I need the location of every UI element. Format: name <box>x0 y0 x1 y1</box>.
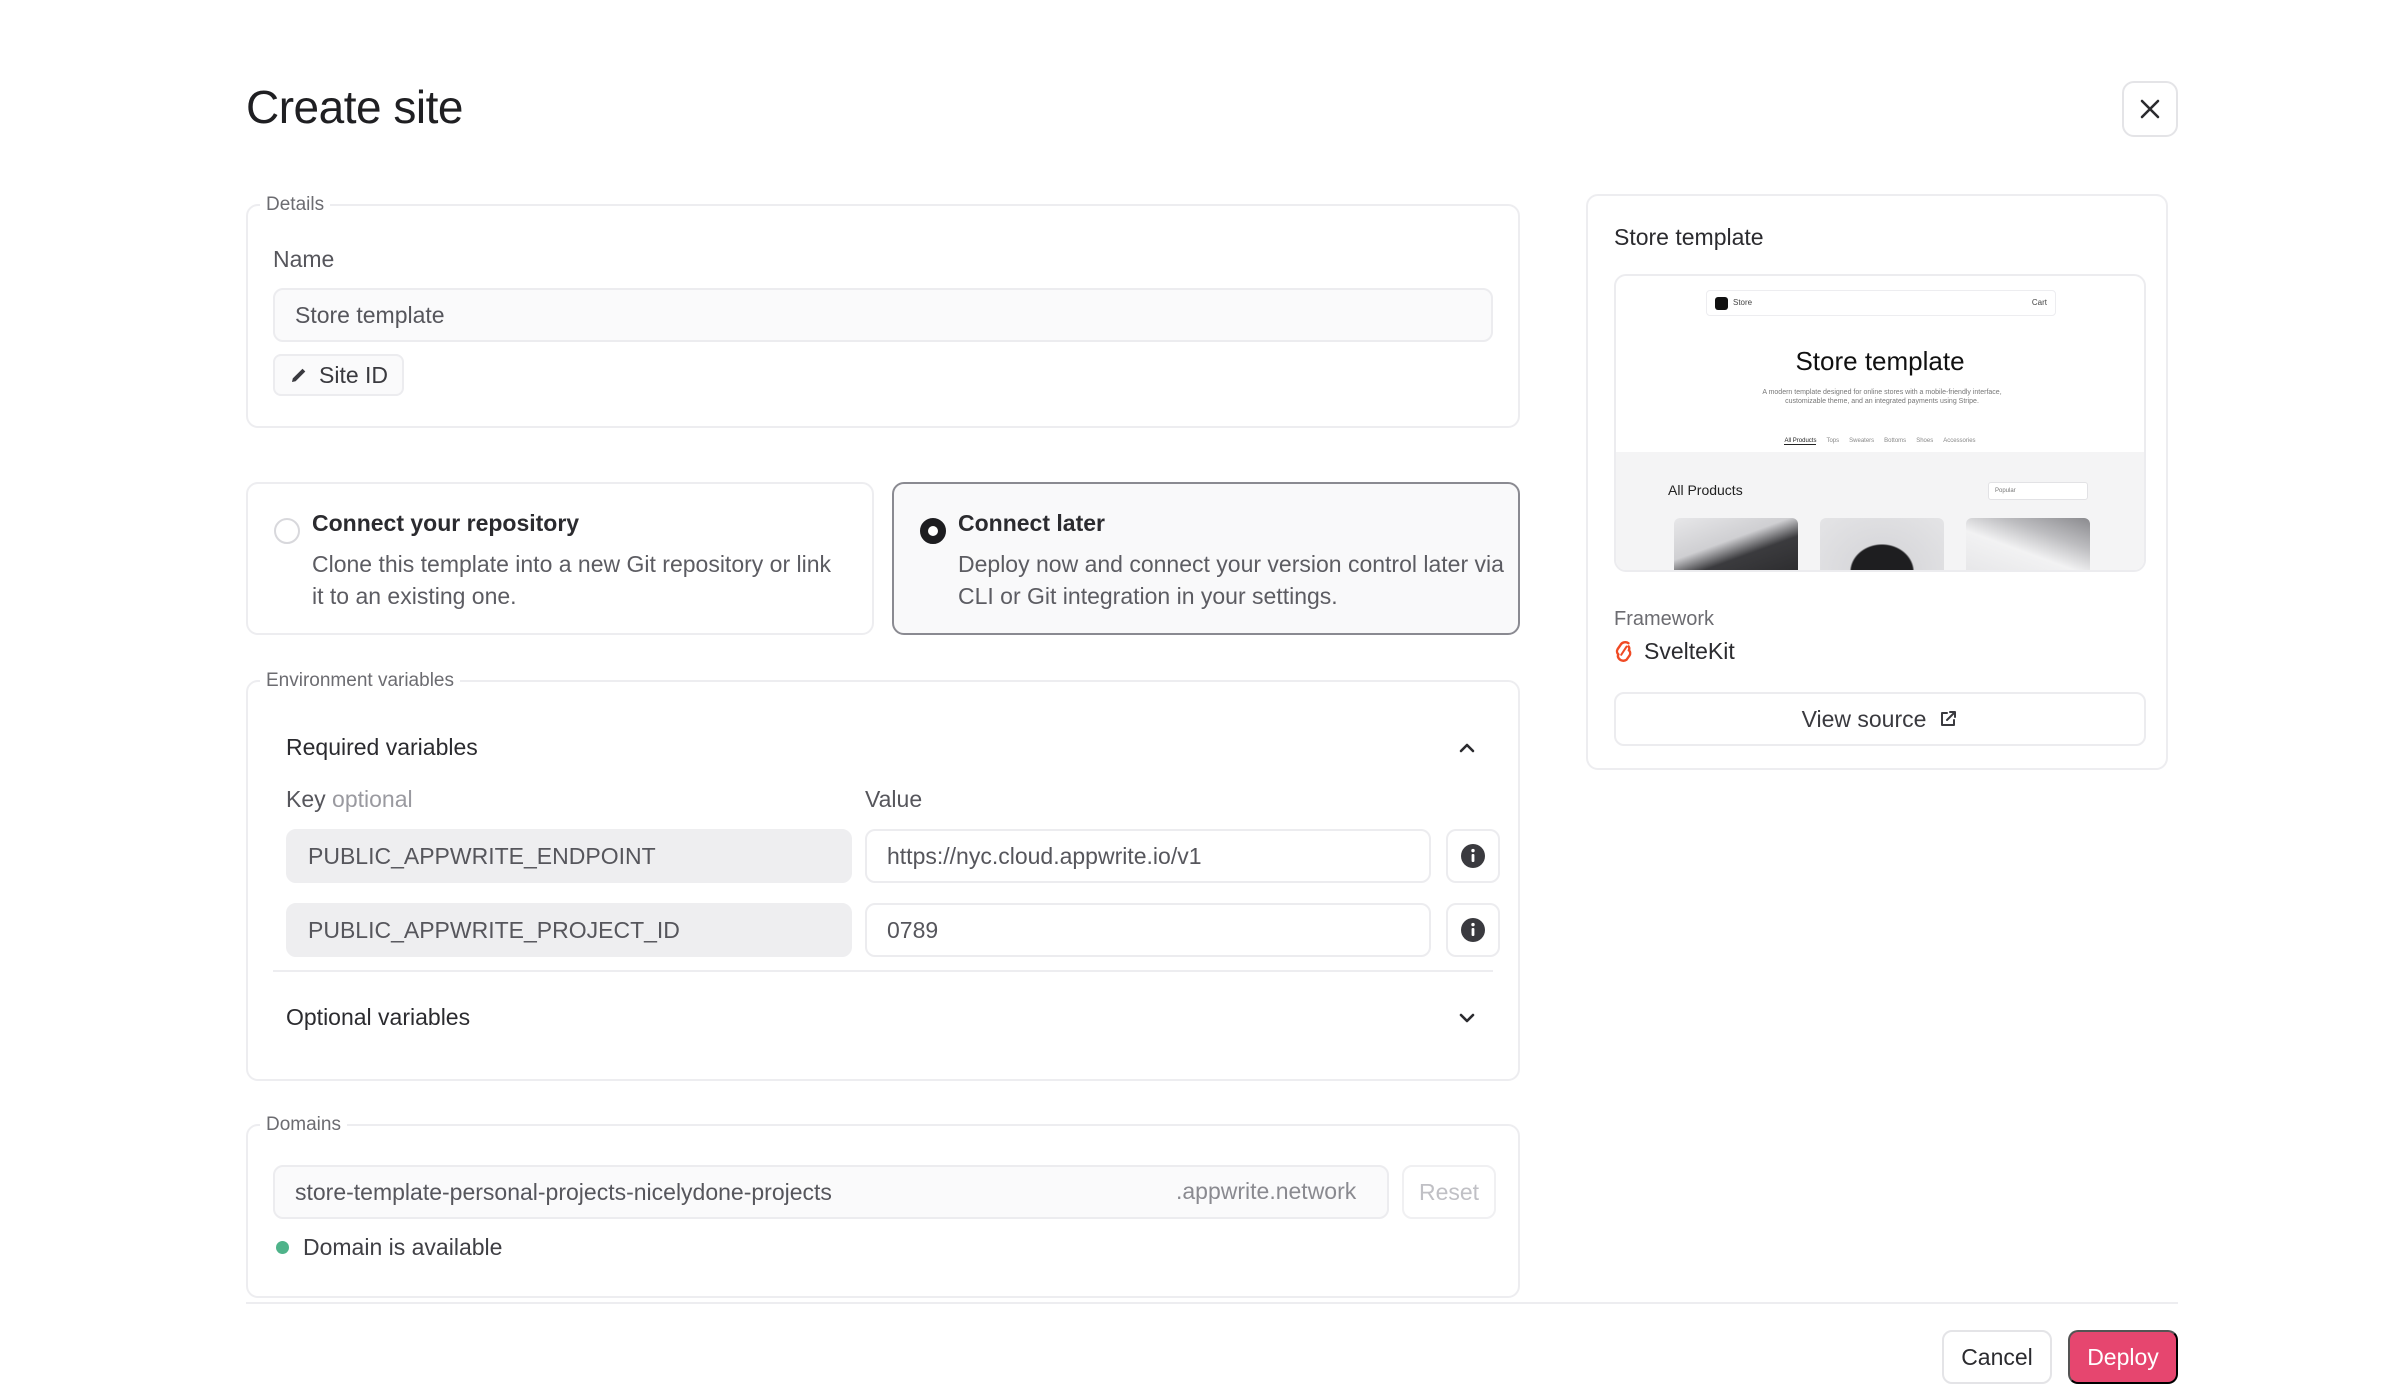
chevron-down-icon[interactable] <box>1453 1004 1481 1032</box>
footer-divider <box>246 1302 2178 1304</box>
thumb-nav-cart: Cart <box>2031 298 2047 307</box>
connect-repository-option[interactable]: Connect your repository Clone this templ… <box>246 482 874 635</box>
connect-later-option[interactable]: Connect later Deploy now and connect you… <box>892 482 1520 635</box>
env-value-input[interactable]: 0789 <box>865 903 1431 957</box>
thumb-navbar: Store Cart <box>1706 290 2056 316</box>
env-key-value: PUBLIC_APPWRITE_ENDPOINT <box>308 842 656 869</box>
reset-button[interactable]: Reset <box>1402 1165 1496 1219</box>
view-source-button[interactable]: View source <box>1614 692 2146 746</box>
domain-status-text: Domain is available <box>303 1234 503 1260</box>
close-icon <box>2140 99 2160 119</box>
thumb-logo-icon <box>1715 297 1728 310</box>
site-id-button[interactable]: Site ID <box>273 354 405 396</box>
connect-later-title: Connect later <box>958 510 1105 536</box>
info-icon <box>1461 918 1485 942</box>
env-info-button[interactable] <box>1446 829 1500 883</box>
thumb-tab: Bottoms <box>1884 438 1907 444</box>
thumb-tab: Accessories <box>1943 438 1976 444</box>
thumb-tab: All Products <box>1784 438 1817 445</box>
connect-repository-desc: Clone this template into a new Git repos… <box>312 551 832 609</box>
info-icon <box>1461 844 1485 868</box>
env-legend: Environment variables <box>266 670 454 691</box>
name-input-value: Store template <box>295 301 445 328</box>
key-label-text: Key <box>286 786 326 812</box>
connect-repository-radio[interactable] <box>274 518 300 544</box>
domain-suffix: .appwrite.network <box>1176 1178 1357 1204</box>
pencil-icon <box>292 368 306 382</box>
chevron-up-icon[interactable] <box>1453 734 1481 762</box>
name-label: Name <box>273 246 335 272</box>
domain-value: store-template-personal-projects-nicelyd… <box>295 1178 832 1205</box>
domain-status: Domain is available <box>276 1234 502 1261</box>
template-preview-card: Store template Store Cart Store template… <box>1586 194 2168 770</box>
env-key-input[interactable]: PUBLIC_APPWRITE_ENDPOINT <box>286 829 852 883</box>
thumb-tab: Sweaters <box>1849 438 1875 444</box>
site-id-label: Site ID <box>319 361 389 388</box>
thumb-hero-title: Store template <box>1795 346 1965 376</box>
value-label: Value <box>865 786 923 812</box>
env-info-button[interactable] <box>1446 903 1500 957</box>
deploy-button[interactable]: Deploy <box>2068 1330 2178 1384</box>
external-link-icon <box>1941 711 1957 726</box>
thumb-nav-store: Store <box>1733 298 1753 307</box>
thumb-section-title: All Products <box>1668 482 1743 498</box>
details-legend: Details <box>266 194 325 215</box>
thumb-product-image <box>1820 518 1944 570</box>
env-value-value: https://nyc.cloud.appwrite.io/v1 <box>887 842 1202 869</box>
preview-title: Store template <box>1614 224 1764 250</box>
connect-repository-title: Connect your repository <box>312 510 580 536</box>
env-value-value: 0789 <box>887 916 939 943</box>
thumb-tab: Tops <box>1826 438 1840 444</box>
env-key-value: PUBLIC_APPWRITE_PROJECT_ID <box>308 916 680 943</box>
framework-value: SvelteKit <box>1614 638 1735 665</box>
page-title: Create site <box>246 81 463 133</box>
view-source-label: View source <box>1801 705 1927 732</box>
required-variables-toggle[interactable]: Required variables <box>286 734 478 761</box>
thumb-product-image <box>1966 518 2090 570</box>
svelte-icon <box>1615 640 1632 662</box>
key-label: Key optional <box>286 786 413 813</box>
thumb-product-image <box>1674 518 1798 570</box>
framework-label: Framework <box>1614 608 1715 630</box>
thumb-hero-desc: A modern template designed for online st… <box>1762 389 2002 405</box>
domains-legend: Domains <box>266 1114 341 1135</box>
name-input[interactable]: Store template <box>273 288 1493 342</box>
cancel-button[interactable]: Cancel <box>1942 1330 2052 1384</box>
thumb-products-area: All Products Popular <box>1616 452 2144 570</box>
connect-later-radio[interactable] <box>920 518 946 544</box>
thumb-tabs: All Products Tops Sweaters Bottoms Shoes… <box>1616 438 2144 445</box>
key-optional-hint: optional <box>332 786 413 812</box>
connect-later-desc: Deploy now and connect your version cont… <box>958 551 1504 609</box>
env-key-input[interactable]: PUBLIC_APPWRITE_PROJECT_ID <box>286 903 852 957</box>
optional-variables-toggle[interactable]: Optional variables <box>286 1004 470 1031</box>
thumb-sort-select: Popular <box>1988 482 2088 500</box>
env-divider <box>273 970 1493 972</box>
close-button[interactable] <box>2122 81 2178 137</box>
env-value-input[interactable]: https://nyc.cloud.appwrite.io/v1 <box>865 829 1431 883</box>
template-thumbnail: Store Cart Store template A modern templ… <box>1614 274 2146 572</box>
thumb-tab: Shoes <box>1916 438 1934 444</box>
framework-name: SvelteKit <box>1644 638 1735 664</box>
status-dot <box>276 1241 289 1254</box>
